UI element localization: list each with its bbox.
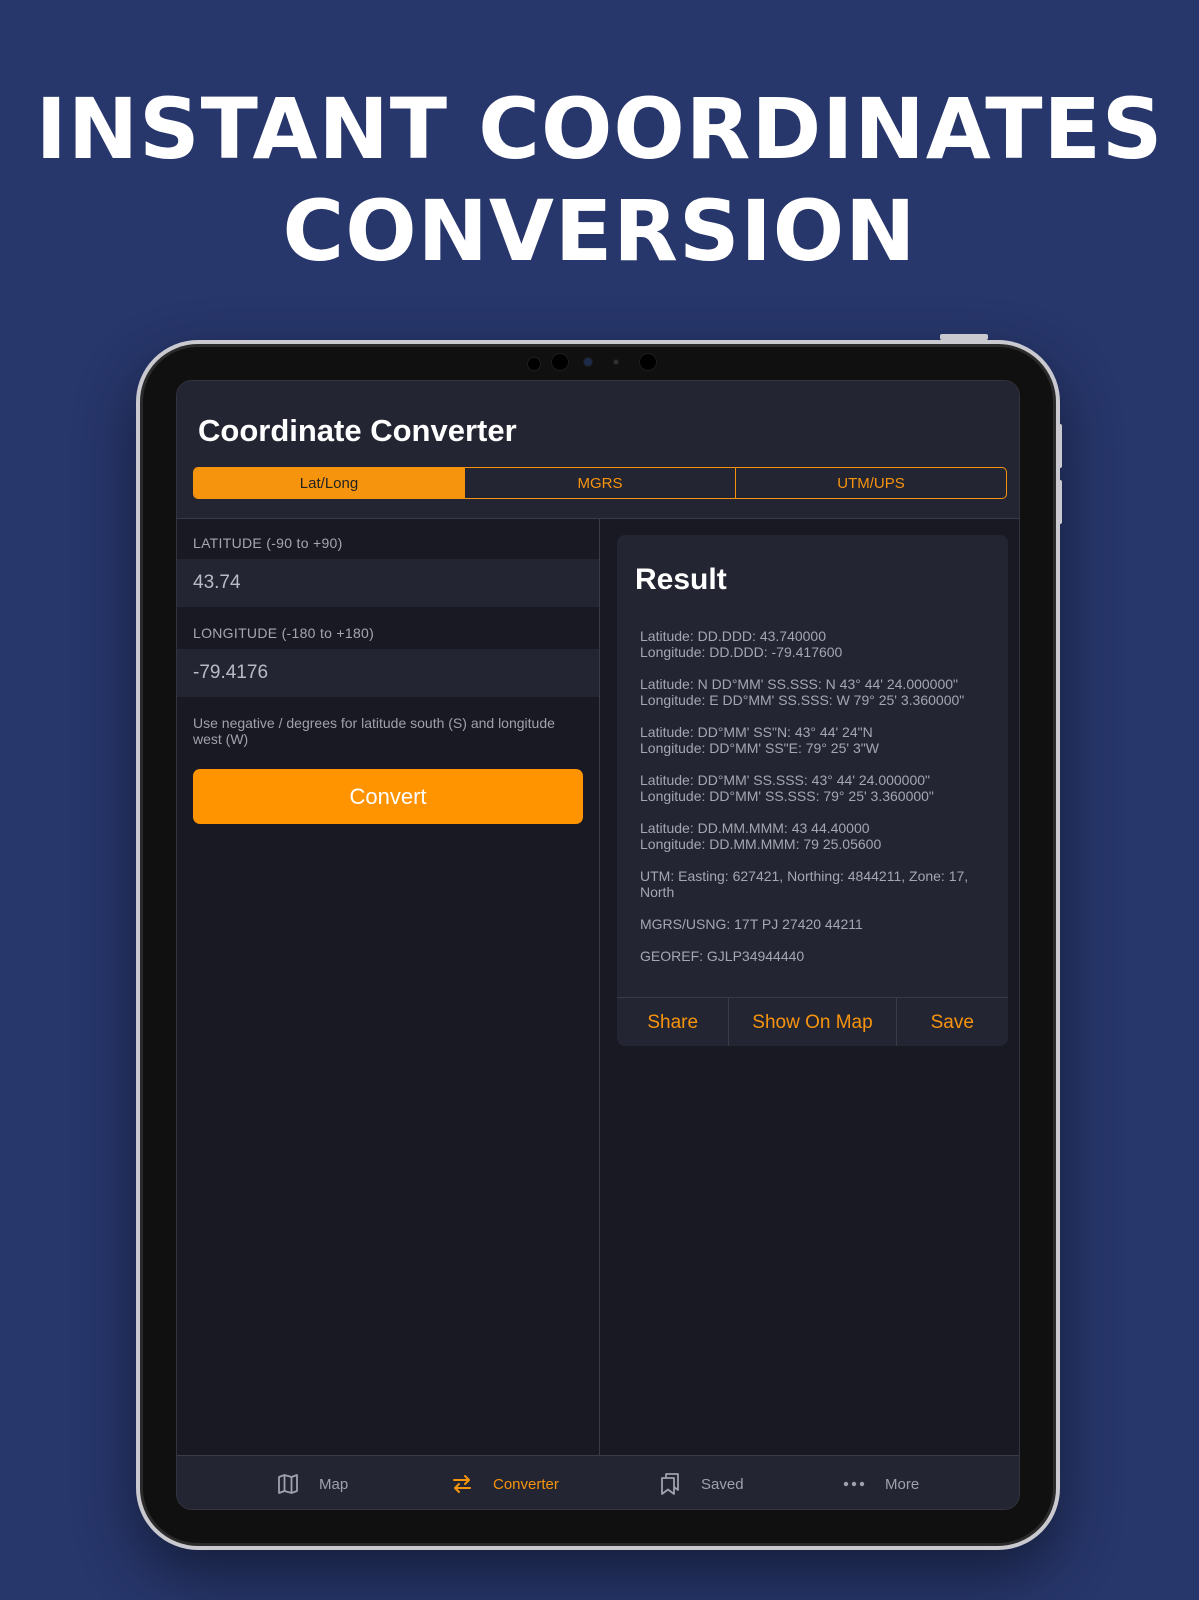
sensor-dot: [640, 354, 656, 370]
volume-up-button: [1056, 424, 1062, 468]
tab-converter[interactable]: Converter: [451, 1456, 559, 1509]
result-line: Longitude: DD.DDD: -79.417600: [640, 644, 843, 660]
result-block: Latitude: DD°MM' SS"N: 43° 44' 24"N Long…: [640, 724, 990, 756]
tab-more[interactable]: More: [843, 1456, 920, 1509]
map-icon: [278, 1474, 298, 1494]
result-line: MGRS/USNG: 17T PJ 27420 44211: [640, 916, 863, 932]
app-screen: Coordinate Converter Lat/Long MGRS UTM/U…: [176, 380, 1020, 1510]
segment-lat-long[interactable]: Lat/Long: [194, 468, 465, 498]
result-actions: Share Show On Map Save: [617, 997, 1008, 1046]
input-hint: Use negative / degrees for latitude sout…: [193, 715, 555, 747]
tablet-device: Coordinate Converter Lat/Long MGRS UTM/U…: [136, 334, 1062, 1550]
share-button[interactable]: Share: [617, 998, 730, 1046]
format-segmented-control: Lat/Long MGRS UTM/UPS: [193, 467, 1007, 499]
result-line: Latitude: N DD°MM' SS.SSS: N 43° 44' 24.…: [640, 676, 959, 692]
longitude-field-row: [177, 649, 599, 697]
bookmarks-icon: [661, 1473, 679, 1495]
result-line: Longitude: E DD°MM' SS.SSS: W 79° 25' 3.…: [640, 692, 965, 708]
segment-utm-ups[interactable]: UTM/UPS: [736, 468, 1006, 498]
convert-button[interactable]: Convert: [193, 769, 583, 824]
tab-bar: Map Converter Saved More: [177, 1455, 1019, 1509]
result-line: Latitude: DD°MM' SS.SSS: 43° 44' 24.0000…: [640, 772, 931, 788]
result-block: Latitude: N DD°MM' SS.SSS: N 43° 44' 24.…: [640, 676, 990, 708]
result-card: Result Latitude: DD.DDD: 43.740000 Longi…: [617, 535, 1008, 1046]
input-pane: LATITUDE (-90 to +90) LONGITUDE (-180 to…: [177, 519, 600, 1455]
sensor-dot: [552, 354, 568, 370]
sensor-dot: [614, 360, 618, 364]
result-block: UTM: Easting: 627421, Northing: 4844211,…: [640, 868, 990, 900]
result-block: GEOREF: GJLP34944440: [640, 948, 990, 964]
sensor-dot: [528, 358, 540, 370]
result-line: Longitude: DD.MM.MMM: 79 25.05600: [640, 836, 882, 852]
show-on-map-button[interactable]: Show On Map: [729, 998, 897, 1046]
result-line: Latitude: DD.MM.MMM: 43 44.40000: [640, 820, 870, 836]
tab-more-label: More: [885, 1475, 920, 1493]
headline-line-2: CONVERSION: [282, 182, 917, 280]
tab-saved-label: Saved: [701, 1475, 744, 1493]
latitude-input[interactable]: [193, 559, 583, 607]
result-line: UTM: Easting: 627421, Northing: 4844211,…: [640, 868, 969, 900]
result-line: Longitude: DD°MM' SS.SSS: 79° 25' 3.3600…: [640, 788, 934, 804]
result-block: Latitude: DD.MM.MMM: 43 44.40000 Longitu…: [640, 820, 990, 852]
volume-down-button: [1056, 480, 1062, 524]
result-title: Result: [635, 563, 727, 596]
save-button[interactable]: Save: [897, 998, 1008, 1046]
latitude-label: LATITUDE (-90 to +90): [193, 535, 343, 551]
tab-converter-label: Converter: [493, 1475, 559, 1493]
latitude-field-row: [177, 559, 599, 607]
navigation-bar: Coordinate Converter Lat/Long MGRS UTM/U…: [177, 381, 1019, 519]
tab-map-label: Map: [319, 1475, 349, 1493]
result-line: GEOREF: GJLP34944440: [640, 948, 805, 964]
result-block: MGRS/USNG: 17T PJ 27420 44211: [640, 916, 990, 932]
result-line: Latitude: DD.DDD: 43.740000: [640, 628, 826, 644]
more-dots-icon: [843, 1481, 865, 1487]
segment-mgrs[interactable]: MGRS: [465, 468, 736, 498]
result-line: Latitude: DD°MM' SS"N: 43° 44' 24"N: [640, 724, 873, 740]
top-button: [940, 334, 988, 340]
result-block: Latitude: DD°MM' SS.SSS: 43° 44' 24.0000…: [640, 772, 990, 804]
longitude-label: LONGITUDE (-180 to +180): [193, 625, 375, 641]
tab-saved[interactable]: Saved: [659, 1456, 744, 1509]
longitude-input[interactable]: [193, 649, 583, 697]
headline-line-1: INSTANT COORDINATES: [35, 80, 1164, 178]
headline: INSTANT COORDINATES CONVERSION: [0, 78, 1199, 282]
tab-map[interactable]: Map: [277, 1456, 349, 1509]
result-line: Longitude: DD°MM' SS"E: 79° 25' 3"W: [640, 740, 879, 756]
page-title: Coordinate Converter: [198, 413, 517, 448]
swap-arrows-icon: [453, 1475, 471, 1493]
camera-lens: [584, 358, 592, 366]
camera-bar: [140, 352, 1056, 372]
result-block: Latitude: DD.DDD: 43.740000 Longitude: D…: [640, 628, 990, 660]
result-list: Latitude: DD.DDD: 43.740000 Longitude: D…: [640, 628, 990, 980]
